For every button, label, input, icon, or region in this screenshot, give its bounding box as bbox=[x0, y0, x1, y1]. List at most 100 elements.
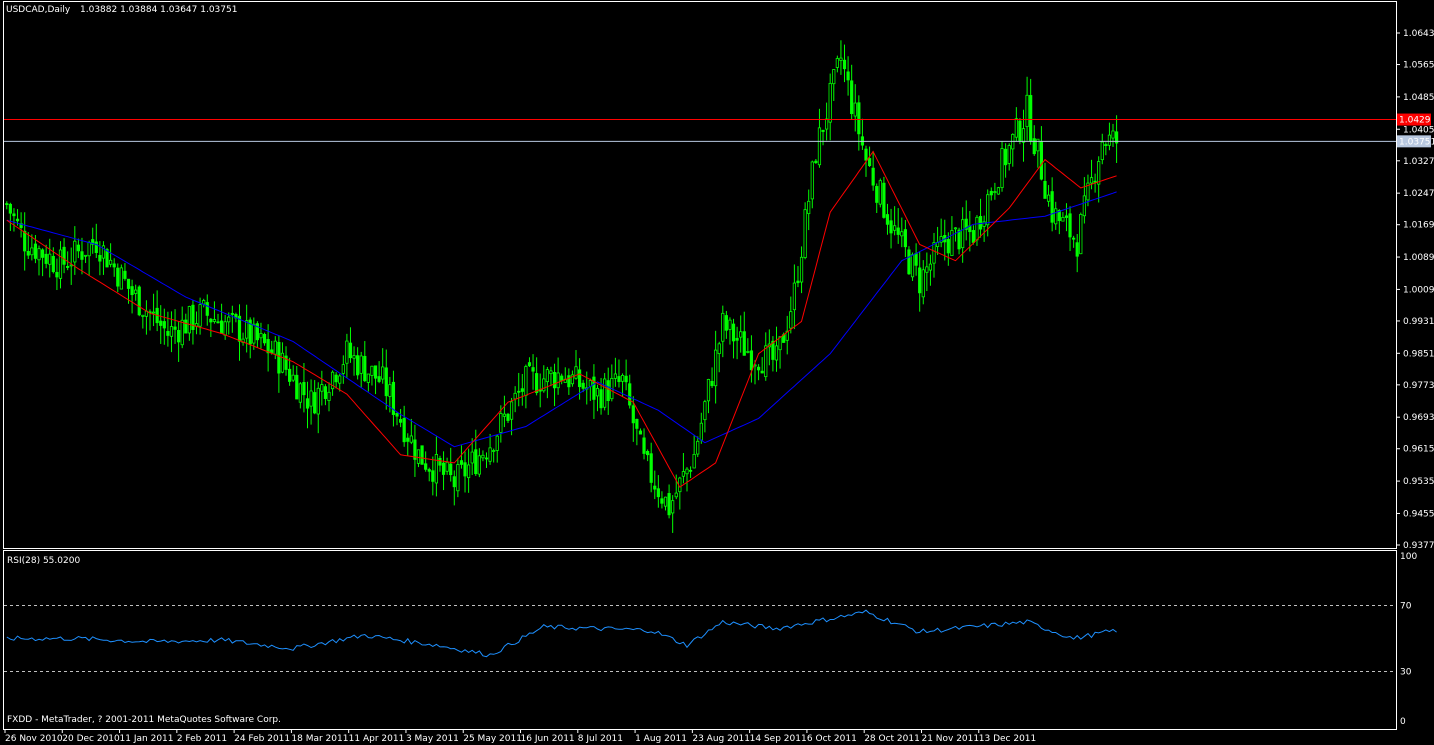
candle-body bbox=[384, 367, 388, 397]
candle-body bbox=[105, 249, 109, 268]
candle-body bbox=[484, 457, 489, 460]
candle-body bbox=[284, 355, 288, 370]
candle-body bbox=[957, 229, 961, 250]
candle-body bbox=[828, 82, 832, 123]
candle-body bbox=[975, 216, 979, 241]
candle-body bbox=[180, 319, 184, 346]
y-tick-label: 1.02470 bbox=[1403, 189, 1434, 199]
candle-body bbox=[703, 401, 707, 421]
candle-body bbox=[76, 244, 80, 252]
candle-body bbox=[352, 355, 356, 359]
candle-body bbox=[728, 319, 732, 330]
candle-body bbox=[853, 102, 857, 117]
candle-body bbox=[320, 384, 324, 392]
candle-body bbox=[1093, 180, 1097, 183]
candle-body bbox=[1021, 128, 1026, 143]
candle-body bbox=[882, 182, 886, 218]
candle-body bbox=[825, 118, 829, 130]
candle-body bbox=[280, 352, 285, 373]
candle-body bbox=[545, 369, 549, 383]
candle-body bbox=[488, 447, 492, 462]
candle-body bbox=[409, 435, 413, 443]
candle-body bbox=[560, 375, 564, 382]
candle-body bbox=[137, 286, 141, 316]
candle-body bbox=[864, 148, 868, 161]
candle-body bbox=[227, 316, 231, 323]
candle-body bbox=[66, 266, 70, 268]
candle-body bbox=[40, 249, 45, 258]
candle-body bbox=[656, 488, 660, 498]
chart-svg: 1.0429 1.03751 1.06430 1.05650 1.04850 1.0405… bbox=[0, 0, 1434, 745]
candle-body bbox=[302, 382, 306, 396]
x-tick-label: 6 Oct 2011 bbox=[807, 734, 857, 744]
candle-body bbox=[581, 382, 585, 389]
current-price-label: 1.03751 bbox=[1399, 137, 1434, 147]
candle-body bbox=[893, 225, 897, 231]
candle-body bbox=[316, 387, 320, 415]
candle-body bbox=[760, 370, 764, 374]
candle-body bbox=[986, 194, 990, 226]
x-tick-label: 13 Dec 2011 bbox=[979, 734, 1037, 744]
y-tick-label: 0.94550 bbox=[1403, 509, 1434, 519]
candle-body bbox=[219, 320, 224, 334]
candle-body bbox=[946, 239, 950, 254]
candle-body bbox=[48, 253, 52, 265]
candle-body bbox=[1064, 215, 1069, 218]
y-tick-label: 0.99310 bbox=[1403, 317, 1434, 327]
candle-body bbox=[567, 375, 571, 388]
rsi-tick-label: 0 bbox=[1400, 717, 1406, 727]
candle-body bbox=[1000, 148, 1004, 188]
candle-body bbox=[531, 367, 535, 372]
candle-body bbox=[395, 413, 399, 417]
candle-body bbox=[739, 331, 743, 338]
candle-body bbox=[721, 312, 725, 342]
candle-body bbox=[381, 366, 385, 380]
candle-body bbox=[202, 300, 206, 305]
candle-body bbox=[509, 401, 514, 420]
candle-body bbox=[94, 241, 98, 253]
candle-body bbox=[262, 333, 267, 344]
candle-body bbox=[574, 366, 578, 379]
x-tick-label: 28 Oct 2011 bbox=[864, 734, 920, 744]
y-tick-label: 1.00090 bbox=[1403, 285, 1434, 295]
candle-body bbox=[98, 254, 102, 262]
copyright-text: FXDD - MetaTrader, ? 2001-2011 MetaQuote… bbox=[7, 715, 281, 725]
candle-body bbox=[1061, 216, 1065, 222]
candle-body bbox=[406, 437, 410, 442]
candle-body bbox=[638, 430, 643, 435]
candle-body bbox=[1025, 94, 1029, 128]
candle-body bbox=[996, 187, 1001, 195]
candle-body bbox=[807, 200, 811, 215]
candle-body bbox=[735, 337, 739, 341]
candle-body bbox=[377, 376, 381, 382]
candle-body bbox=[685, 468, 689, 475]
candle-body bbox=[463, 462, 467, 477]
candle-body bbox=[681, 471, 686, 477]
candle-body bbox=[971, 230, 975, 243]
rsi-title: RSI(28) 55.0200 bbox=[7, 556, 80, 566]
candle-body bbox=[978, 216, 983, 230]
candle-body bbox=[323, 386, 328, 399]
candle-body bbox=[1072, 237, 1076, 240]
candle-body bbox=[1082, 195, 1086, 217]
candle-body bbox=[58, 249, 63, 279]
y-tick-label: 1.01690 bbox=[1403, 221, 1434, 231]
candle-body bbox=[918, 267, 922, 294]
x-tick-label: 26 Nov 2010 bbox=[5, 734, 63, 744]
candle-body bbox=[173, 326, 177, 330]
candle-body bbox=[742, 331, 746, 356]
x-tick-label: 23 Aug 2011 bbox=[692, 734, 750, 744]
candle-body bbox=[166, 331, 170, 336]
candle-body bbox=[628, 383, 632, 406]
candle-body bbox=[212, 319, 217, 322]
y-tick-label: 1.03270 bbox=[1403, 157, 1434, 167]
candle-body bbox=[1050, 191, 1054, 223]
candle-body bbox=[1054, 208, 1058, 225]
candle-body bbox=[23, 230, 27, 252]
candle-body bbox=[746, 351, 750, 353]
candle-body bbox=[900, 231, 904, 237]
candle-body bbox=[51, 255, 55, 273]
candle-body bbox=[674, 492, 678, 498]
candle-body bbox=[37, 248, 41, 261]
candle-body bbox=[517, 390, 521, 393]
